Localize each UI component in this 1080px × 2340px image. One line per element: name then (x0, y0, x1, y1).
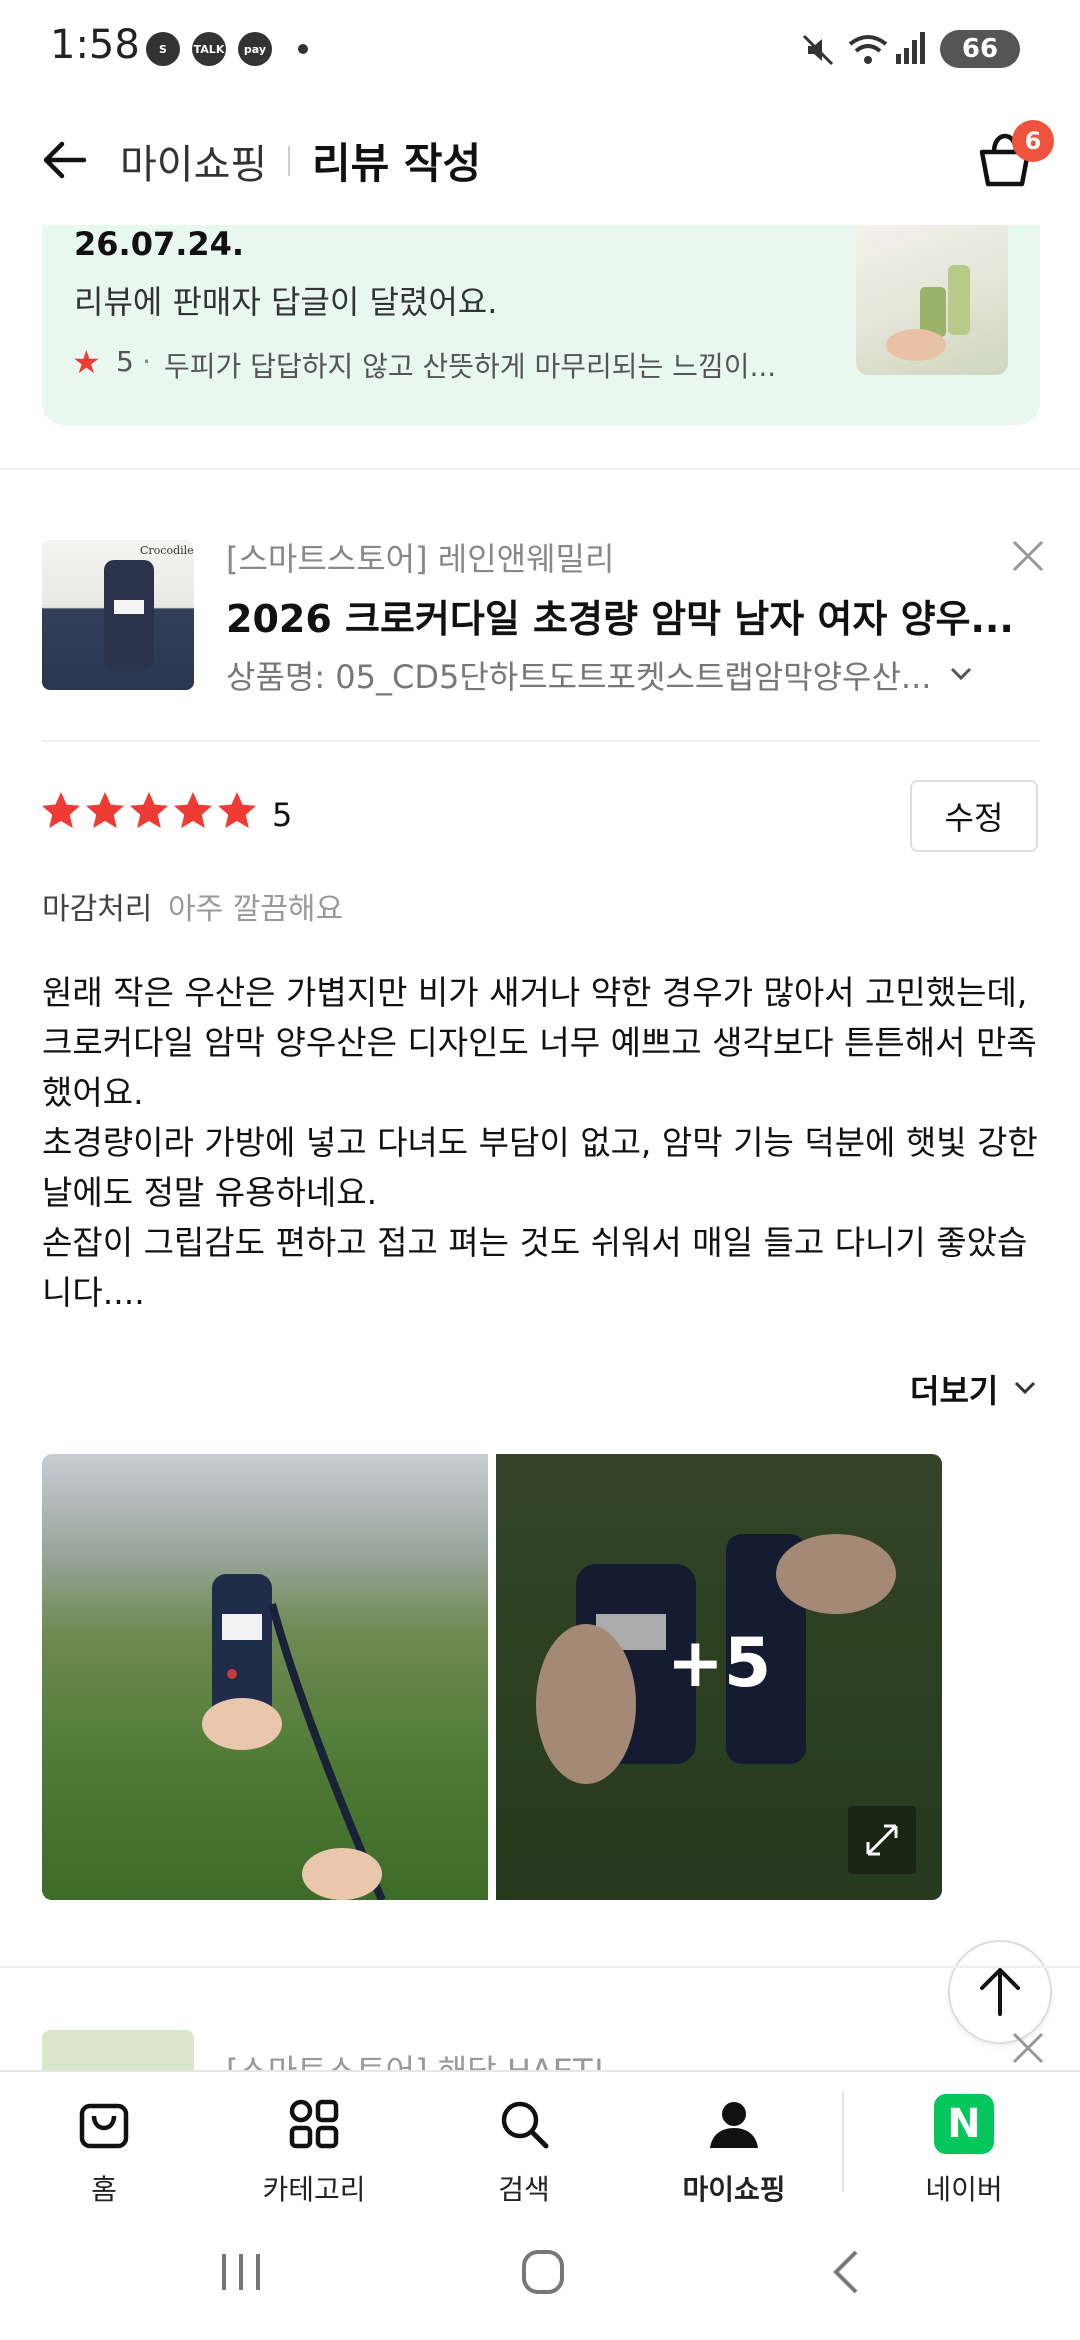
expand-icon[interactable] (848, 1806, 916, 1874)
search-icon (501, 2101, 549, 2149)
section-divider (0, 468, 1080, 470)
nav-search-label: 검색 (498, 2173, 550, 2206)
divider (42, 740, 1040, 742)
product-name[interactable]: 2026 크로커다일 초경량 암막 남자 여자 양우... (226, 588, 1014, 643)
battery-indicator: 66 (940, 30, 1020, 68)
star-icon (130, 792, 168, 828)
recent-apps-icon[interactable] (218, 2250, 264, 2294)
signal-icon (896, 32, 925, 64)
notice-separator: · (142, 345, 151, 378)
nav-myshopping-label: 마이쇼핑 (682, 2173, 786, 2206)
system-navigation-bar (0, 2220, 1080, 2340)
star-icon (86, 792, 124, 828)
home-icon[interactable] (520, 2248, 566, 2296)
more-button[interactable]: 더보기 (910, 1366, 998, 1412)
product-option[interactable]: 상품명: 05_CD5단하트도트포켓스트랩암막양우산... (226, 652, 931, 698)
person-icon (710, 2102, 758, 2148)
review-text: 원래 작은 우산은 가볍지만 비가 새거나 약한 경우가 많아서 고민했는데, … (42, 973, 1038, 1312)
chevron-down-icon[interactable] (1012, 1374, 1038, 1400)
nav-category[interactable]: 카테고리 (224, 2072, 404, 2222)
breadcrumb-myshopping[interactable]: 마이쇼핑 (120, 132, 267, 190)
star-rating (40, 790, 258, 832)
edit-review-button[interactable]: 수정 (910, 780, 1038, 852)
review-photo-more[interactable]: +5 (496, 1454, 942, 1900)
nav-home-label: 홈 (91, 2173, 117, 2206)
naver-logo-icon: N (934, 2094, 994, 2154)
app-header: 마이쇼핑 리뷰 작성 6 (0, 100, 1080, 228)
review-attribute-name: 마감처리 (42, 892, 153, 927)
section-divider (0, 1966, 1080, 1968)
nav-search[interactable]: 검색 (434, 2072, 614, 2222)
review-attribute-value: 아주 깔끔해요 (168, 892, 344, 927)
close-icon[interactable] (1008, 2028, 1048, 2068)
kakaotalk-icon: TALK (192, 32, 226, 66)
seller-reply-notice-card[interactable]: 26.07.24. 리뷰에 판매자 답글이 달렸어요. ★ 5 · 두피가 답답… (42, 225, 1040, 425)
status-time: 1:58 (50, 22, 140, 68)
wifi-icon (848, 35, 888, 64)
star-icon: ★ (72, 343, 101, 381)
svg-text:Crocodile: Crocodile (140, 544, 194, 557)
page-title: 리뷰 작성 (312, 139, 482, 188)
notice-product-thumbnail (856, 225, 1008, 375)
nav-category-label: 카테고리 (262, 2173, 366, 2206)
mute-icon (802, 34, 834, 66)
status-bar: 1:58 S TALK pay 66 (0, 0, 1080, 100)
app-s-icon: S (146, 32, 180, 66)
back-icon[interactable] (826, 2248, 866, 2296)
chevron-down-icon[interactable] (948, 660, 974, 686)
next-product-store-name[interactable]: [스마트스토어] 해당 HAET! (226, 2046, 605, 2070)
notice-rating: 5 (116, 345, 134, 378)
rating-score: 5 (272, 796, 293, 834)
star-icon (218, 792, 256, 828)
pay-icon: pay (238, 32, 272, 66)
review-photo[interactable] (42, 1454, 488, 1900)
notice-message: 리뷰에 판매자 답글이 달렸어요. (74, 283, 498, 321)
nav-naver[interactable]: N 네이버 (874, 2072, 1054, 2222)
category-grid-icon (289, 2099, 339, 2149)
star-icon (42, 792, 80, 828)
shopping-bag-icon (79, 2103, 129, 2149)
notification-dot-icon (298, 44, 308, 54)
nav-home[interactable]: 홈 (14, 2072, 194, 2222)
nav-separator (842, 2092, 844, 2192)
breadcrumb-separator (288, 146, 290, 176)
notice-date: 26.07.24. (74, 225, 245, 263)
star-icon (174, 792, 212, 828)
bottom-navigation: 홈 카테고리 검색 마이쇼핑 N 네이버 (0, 2070, 1080, 2222)
close-icon[interactable] (1008, 536, 1048, 576)
next-product-thumbnail[interactable] (42, 2030, 194, 2070)
product-store-name[interactable]: [스마트스토어] 레인앤웨밀리 (226, 534, 614, 580)
back-arrow-icon[interactable] (36, 130, 96, 190)
nav-myshopping[interactable]: 마이쇼핑 (644, 2072, 824, 2222)
cart-count-badge: 6 (1012, 120, 1054, 162)
notice-review-snippet: 두피가 답답하지 않고 산뜻하게 마무리되는 느낌이... (164, 350, 777, 383)
more-photos-count: +5 (666, 1624, 772, 1703)
product-thumbnail[interactable]: Crocodile (42, 540, 194, 690)
nav-naver-label: 네이버 (925, 2173, 1003, 2206)
